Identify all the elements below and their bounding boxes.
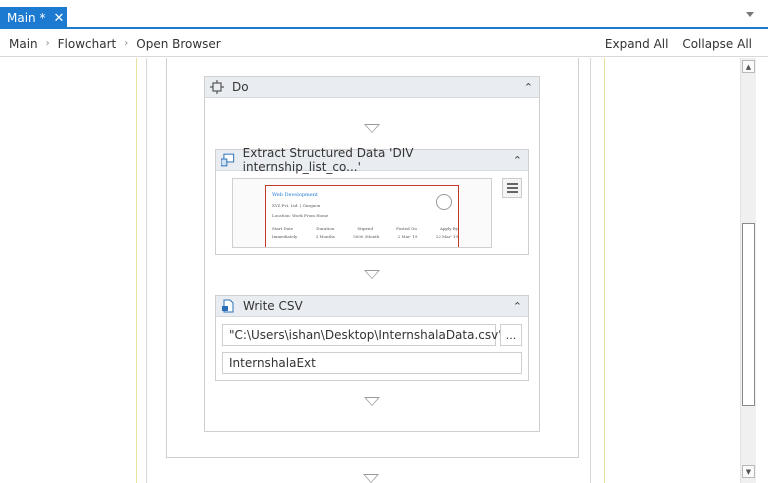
drop-target-icon[interactable] — [364, 270, 380, 279]
company-logo-icon — [436, 194, 452, 210]
extract-structured-data-activity[interactable]: Extract Structured Data 'DIV internship_… — [215, 146, 529, 255]
scroll-down-icon[interactable]: ▼ — [742, 465, 755, 478]
vertical-scrollbar[interactable]: ▲ ▼ — [740, 58, 756, 483]
collapse-icon[interactable]: ⌃ — [513, 154, 522, 167]
designer-canvas[interactable]: Do ⌃ Extract Structured Data 'DIV intern… — [0, 58, 740, 483]
tab-main[interactable]: Main * ✕ — [0, 7, 67, 29]
write-csv-activity[interactable]: Write CSV ⌃ "C:\Users\ishan\Desktop\Inte… — [215, 295, 529, 381]
preview-cell: 2 Mar' 19 — [397, 234, 418, 239]
preview-cell: 22 Mar' 19 — [435, 234, 458, 239]
preview-cell: Start Date — [272, 226, 294, 231]
do-activity-icon — [210, 80, 224, 94]
preview-line: Location: Work From Home — [272, 213, 329, 218]
write-csv-header[interactable]: Write CSV ⌃ — [216, 296, 528, 317]
preview-cell: Immediately — [272, 234, 298, 239]
browse-button[interactable]: ... — [500, 324, 522, 346]
drop-target-icon[interactable] — [363, 474, 379, 483]
preview-cell: Stipend — [357, 226, 374, 231]
do-title: Do — [232, 80, 249, 94]
preview-cell: Duration — [316, 226, 335, 231]
csv-file-icon — [222, 299, 234, 313]
drop-target-icon[interactable] — [364, 124, 380, 133]
container-border-right-inner — [590, 58, 591, 483]
scroll-up-icon[interactable]: ▲ — [742, 60, 755, 73]
selector-preview-image: Web Development XYZ Pvt. Ltd. | Gurgaon … — [232, 178, 492, 248]
scrollbar-thumb[interactable] — [742, 223, 755, 406]
breadcrumb-flowchart[interactable]: Flowchart — [58, 37, 117, 51]
breadcrumb-main[interactable]: Main — [9, 37, 38, 51]
preview-heading: Web Development — [272, 192, 318, 198]
preview-cell: Apply By — [439, 226, 458, 231]
extract-title: Extract Structured Data 'DIV internship_… — [242, 146, 414, 174]
do-container[interactable]: Do ⌃ Extract Structured Data 'DIV intern… — [204, 76, 540, 432]
preview-table-row: Immediately 3 Months 5000 /Month 2 Mar' … — [272, 234, 458, 239]
preview-cell: 3 Months — [315, 234, 335, 239]
container-border-right — [604, 58, 605, 483]
expand-collapse-actions: Expand All Collapse All — [595, 37, 752, 51]
collapse-all-link[interactable]: Collapse All — [682, 37, 752, 51]
drop-target-icon[interactable] — [364, 397, 380, 406]
collapse-icon[interactable]: ⌃ — [513, 300, 522, 313]
container-border-left-inner — [146, 58, 147, 483]
preview-page: Web Development XYZ Pvt. Ltd. | Gurgaon … — [265, 185, 459, 247]
file-path-input[interactable]: "C:\Users\ishan\Desktop\InternshalaData.… — [222, 324, 504, 346]
datatable-input[interactable]: InternshalaExt — [222, 352, 522, 374]
close-icon[interactable]: ✕ — [53, 11, 64, 26]
preview-cell: Posted On — [396, 226, 417, 231]
preview-line: XYZ Pvt. Ltd. | Gurgaon — [272, 203, 321, 208]
menu-icon[interactable] — [502, 178, 522, 198]
document-tab-bar: Main * ✕ — [0, 0, 768, 29]
tab-dropdown-icon[interactable] — [746, 12, 754, 17]
chevron-right-icon: › — [124, 38, 129, 49]
collapse-icon[interactable]: ⌃ — [524, 81, 533, 94]
extract-data-icon — [221, 153, 235, 167]
preview-cell: 5000 /Month — [353, 234, 380, 239]
tab-main-label: Main * — [7, 11, 46, 25]
do-header[interactable]: Do ⌃ — [205, 77, 539, 98]
expand-all-link[interactable]: Expand All — [605, 37, 669, 51]
write-csv-title: Write CSV — [243, 299, 303, 313]
container-border-left — [136, 58, 137, 483]
chevron-right-icon: › — [45, 38, 50, 49]
breadcrumb-open-browser[interactable]: Open Browser — [136, 37, 221, 51]
extract-header[interactable]: Extract Structured Data 'DIV internship_… — [216, 146, 528, 174]
preview-table-header: Start Date Duration Stipend Posted On Ap… — [272, 226, 458, 231]
